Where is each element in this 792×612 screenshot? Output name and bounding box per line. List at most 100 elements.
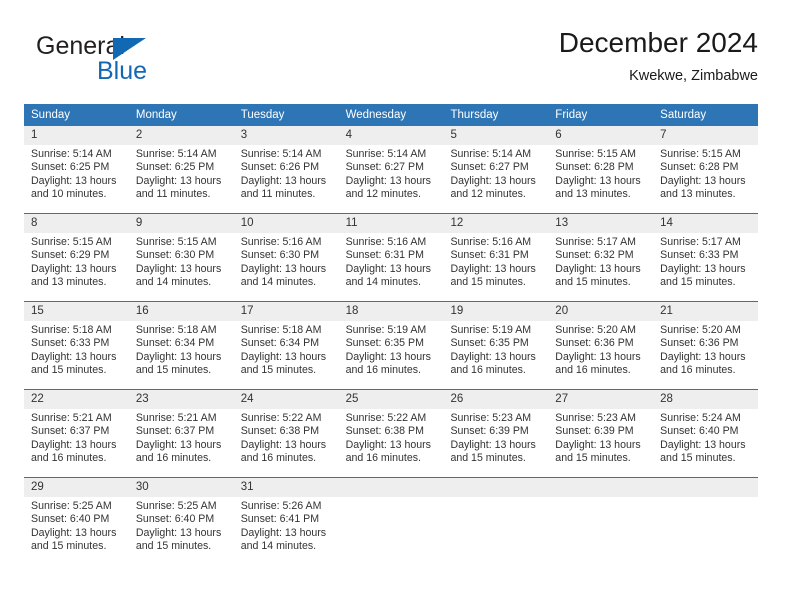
daylight-text-line1: Daylight: 13 hours <box>660 174 746 187</box>
daylight-text-line1: Daylight: 13 hours <box>345 438 431 451</box>
day-cell[interactable]: 13 Sunrise: 5:17 AM Sunset: 6:32 PM Dayl… <box>548 214 654 301</box>
weekday-header-friday: Friday <box>555 109 588 121</box>
day-cell[interactable]: 19 Sunrise: 5:19 AM Sunset: 6:35 PM Dayl… <box>443 302 549 389</box>
calendar-grid: Sunday Monday Tuesday Wednesday Thursday… <box>24 104 759 565</box>
day-cell[interactable]: 12 Sunrise: 5:16 AM Sunset: 6:31 PM Dayl… <box>443 214 549 301</box>
sunset-text: Sunset: 6:35 PM <box>345 337 424 350</box>
day-cell[interactable]: 4 Sunrise: 5:14 AM Sunset: 6:27 PM Dayli… <box>338 126 444 213</box>
day-cell[interactable]: 11 Sunrise: 5:16 AM Sunset: 6:31 PM Dayl… <box>338 214 444 301</box>
day-cell[interactable]: 21 Sunrise: 5:20 AM Sunset: 6:36 PM Dayl… <box>653 302 759 389</box>
day-cell[interactable]: 16 Sunrise: 5:18 AM Sunset: 6:34 PM Dayl… <box>128 302 234 389</box>
day-cell[interactable]: 26 Sunrise: 5:23 AM Sunset: 6:39 PM Dayl… <box>443 390 549 477</box>
day-cell[interactable]: 25 Sunrise: 5:22 AM Sunset: 6:38 PM Dayl… <box>338 390 444 477</box>
day-cell[interactable]: 5 Sunrise: 5:14 AM Sunset: 6:27 PM Dayli… <box>443 126 549 213</box>
general-blue-logo[interactable]: General Blue <box>36 32 216 88</box>
sunset-text: Sunset: 6:34 PM <box>135 337 215 350</box>
day-info: Sunrise: 5:22 AM Sunset: 6:38 PM Dayligh… <box>234 409 339 466</box>
day-cell[interactable]: 29 Sunrise: 5:25 AM Sunset: 6:40 PM Dayl… <box>24 478 129 565</box>
daylight-text-line2: and 15 minutes. <box>135 540 212 553</box>
daylight-text-line2: and 15 minutes. <box>135 364 212 377</box>
daylight-text-line1: Daylight: 13 hours <box>31 350 117 363</box>
sunset-text: Sunset: 6:39 PM <box>450 425 529 438</box>
daylight-text-line2: and 15 minutes. <box>450 452 526 465</box>
daylight-text-line2: and 15 minutes. <box>660 276 736 289</box>
day-cell[interactable]: 17 Sunrise: 5:18 AM Sunset: 6:34 PM Dayl… <box>233 302 339 389</box>
day-cell[interactable]: 28 Sunrise: 5:24 AM Sunset: 6:40 PM Dayl… <box>653 390 759 477</box>
daylight-text-line2: and 16 minutes. <box>240 452 317 465</box>
day-cell[interactable]: 31 Sunrise: 5:26 AM Sunset: 6:41 PM Dayl… <box>233 478 339 565</box>
sunrise-text: Sunrise: 5:14 AM <box>345 148 427 160</box>
daylight-text-line1: Daylight: 13 hours <box>240 526 327 539</box>
daylight-text-line1: Daylight: 13 hours <box>555 262 641 275</box>
page-header: General Blue December 2024 Kwekwe, Zimba… <box>24 26 758 96</box>
day-info <box>339 497 444 500</box>
day-cell[interactable]: 23 Sunrise: 5:21 AM Sunset: 6:37 PM Dayl… <box>128 390 234 477</box>
day-cell[interactable]: 3 Sunrise: 5:14 AM Sunset: 6:26 PM Dayli… <box>233 126 339 213</box>
day-info: Sunrise: 5:15 AM Sunset: 6:30 PM Dayligh… <box>129 233 234 290</box>
daylight-text-line2: and 14 minutes. <box>135 276 212 289</box>
day-info: Sunrise: 5:25 AM Sunset: 6:40 PM Dayligh… <box>24 497 129 554</box>
day-number: 20 <box>548 302 654 321</box>
sunrise-text: Sunrise: 5:21 AM <box>31 412 112 424</box>
sunrise-text: Sunrise: 5:14 AM <box>240 148 322 160</box>
day-number: 14 <box>653 214 759 233</box>
daylight-text-line2: and 15 minutes. <box>31 364 107 377</box>
daylight-text-line2: and 16 minutes. <box>555 364 631 377</box>
sunset-text: Sunset: 6:35 PM <box>450 337 529 350</box>
day-cell[interactable]: 2 Sunrise: 5:14 AM Sunset: 6:25 PM Dayli… <box>128 126 234 213</box>
sunrise-text: Sunrise: 5:15 AM <box>660 148 741 160</box>
day-cell[interactable]: 8 Sunrise: 5:15 AM Sunset: 6:29 PM Dayli… <box>24 214 129 301</box>
day-cell[interactable]: 14 Sunrise: 5:17 AM Sunset: 6:33 PM Dayl… <box>653 214 759 301</box>
day-cell[interactable]: 20 Sunrise: 5:20 AM Sunset: 6:36 PM Dayl… <box>548 302 654 389</box>
day-cell[interactable]: 6 Sunrise: 5:15 AM Sunset: 6:28 PM Dayli… <box>548 126 654 213</box>
day-info: Sunrise: 5:17 AM Sunset: 6:32 PM Dayligh… <box>548 233 653 290</box>
daylight-text-line1: Daylight: 13 hours <box>660 438 746 451</box>
daylight-text-line2: and 14 minutes. <box>240 540 317 553</box>
sunrise-text: Sunrise: 5:25 AM <box>31 500 112 512</box>
sunrise-text: Sunrise: 5:20 AM <box>555 324 636 336</box>
day-info: Sunrise: 5:16 AM Sunset: 6:31 PM Dayligh… <box>339 233 444 290</box>
day-info: Sunrise: 5:21 AM Sunset: 6:37 PM Dayligh… <box>129 409 234 466</box>
day-cell[interactable]: 27 Sunrise: 5:23 AM Sunset: 6:39 PM Dayl… <box>548 390 654 477</box>
day-cell[interactable]: 10 Sunrise: 5:16 AM Sunset: 6:30 PM Dayl… <box>233 214 339 301</box>
daylight-text-line1: Daylight: 13 hours <box>450 438 536 451</box>
daylight-text-line1: Daylight: 13 hours <box>240 174 327 187</box>
day-cell[interactable]: 15 Sunrise: 5:18 AM Sunset: 6:33 PM Dayl… <box>24 302 129 389</box>
day-number: 2 <box>128 126 234 145</box>
day-cell[interactable]: 1 Sunrise: 5:14 AM Sunset: 6:25 PM Dayli… <box>24 126 129 213</box>
daylight-text-line2: and 15 minutes. <box>555 276 631 289</box>
day-info: Sunrise: 5:17 AM Sunset: 6:33 PM Dayligh… <box>653 233 758 290</box>
day-info <box>653 497 758 500</box>
sunrise-text: Sunrise: 5:19 AM <box>450 324 532 336</box>
day-number: 16 <box>128 302 234 321</box>
day-cell[interactable]: 30 Sunrise: 5:25 AM Sunset: 6:40 PM Dayl… <box>128 478 234 565</box>
sunrise-text: Sunrise: 5:23 AM <box>555 412 636 424</box>
day-cell[interactable]: 9 Sunrise: 5:15 AM Sunset: 6:30 PM Dayli… <box>128 214 234 301</box>
day-number: 28 <box>653 390 759 409</box>
day-cell[interactable]: 22 Sunrise: 5:21 AM Sunset: 6:37 PM Dayl… <box>24 390 129 477</box>
day-cell[interactable]: 7 Sunrise: 5:15 AM Sunset: 6:28 PM Dayli… <box>653 126 759 213</box>
daylight-text-line2: and 12 minutes. <box>450 188 526 201</box>
daylight-text-line1: Daylight: 13 hours <box>135 438 222 451</box>
week-row: 8 Sunrise: 5:15 AM Sunset: 6:29 PM Dayli… <box>24 213 759 301</box>
week-row: 15 Sunrise: 5:18 AM Sunset: 6:33 PM Dayl… <box>24 301 759 389</box>
daylight-text-line1: Daylight: 13 hours <box>240 438 327 451</box>
daylight-text-line2: and 15 minutes. <box>31 540 107 553</box>
day-number: 25 <box>338 390 444 409</box>
sunset-text: Sunset: 6:38 PM <box>240 425 320 438</box>
sunrise-text: Sunrise: 5:16 AM <box>240 236 322 248</box>
day-number <box>653 478 759 497</box>
day-number: 12 <box>443 214 549 233</box>
day-number <box>548 478 654 497</box>
sunset-text: Sunset: 6:37 PM <box>31 425 110 438</box>
sunset-text: Sunset: 6:33 PM <box>31 337 110 350</box>
day-number: 18 <box>338 302 444 321</box>
daylight-text-line2: and 14 minutes. <box>345 276 421 289</box>
sunrise-text: Sunrise: 5:24 AM <box>660 412 741 424</box>
day-cell[interactable]: 24 Sunrise: 5:22 AM Sunset: 6:38 PM Dayl… <box>233 390 339 477</box>
day-cell[interactable]: 18 Sunrise: 5:19 AM Sunset: 6:35 PM Dayl… <box>338 302 444 389</box>
weekday-header-monday: Monday <box>135 109 177 121</box>
day-info: Sunrise: 5:21 AM Sunset: 6:37 PM Dayligh… <box>24 409 129 466</box>
daylight-text-line1: Daylight: 13 hours <box>555 350 641 363</box>
day-info: Sunrise: 5:23 AM Sunset: 6:39 PM Dayligh… <box>548 409 653 466</box>
